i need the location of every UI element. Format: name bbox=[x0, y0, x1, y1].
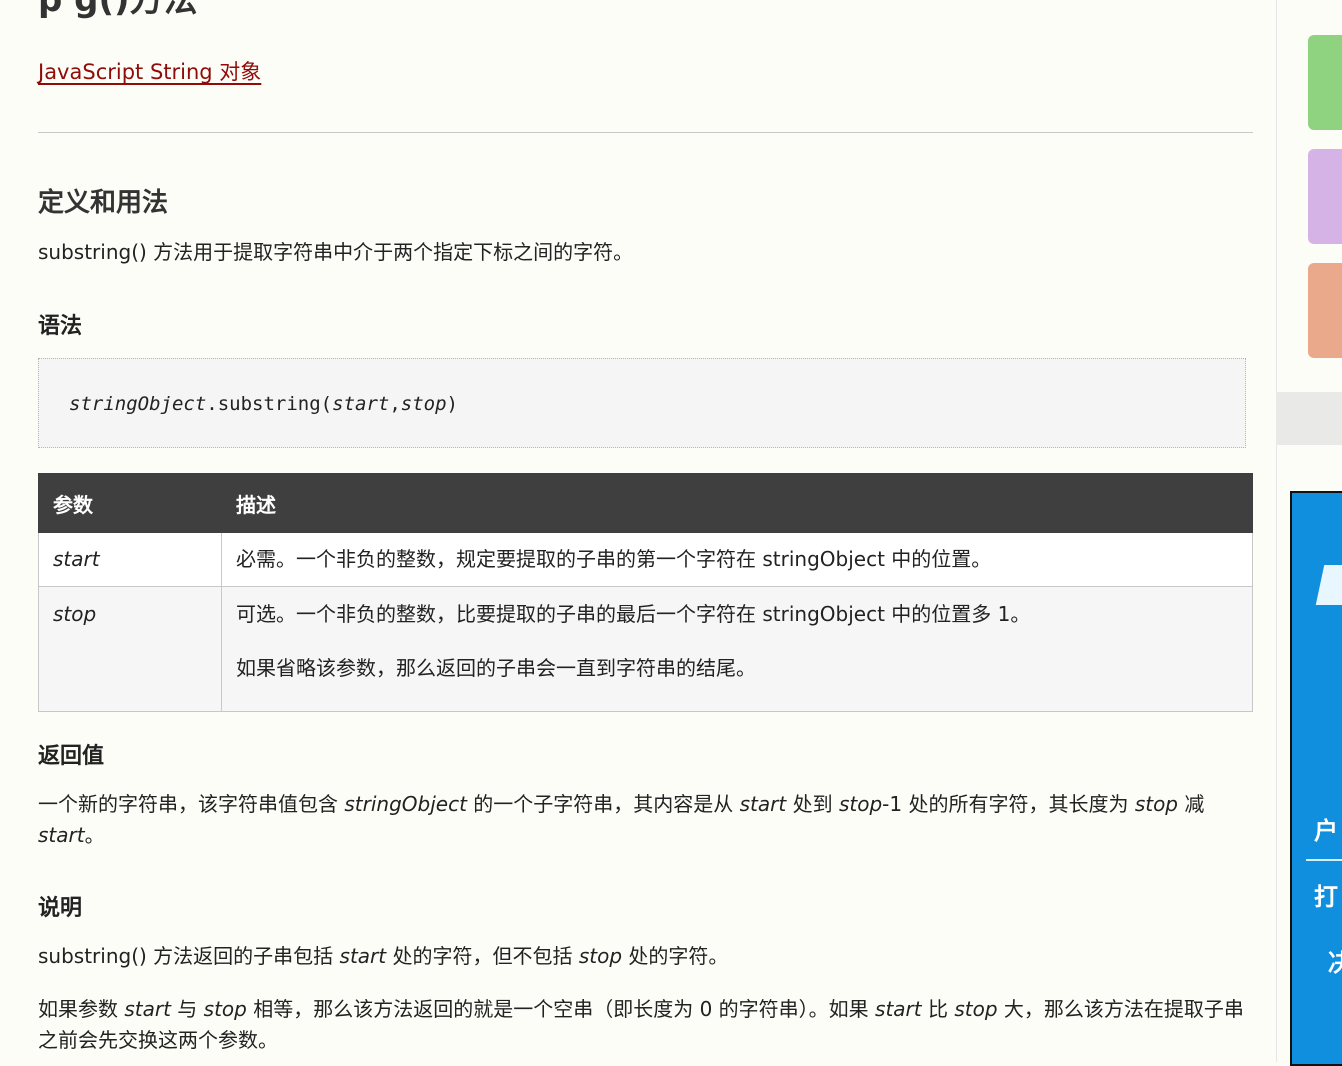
sidebar-band bbox=[1276, 392, 1342, 445]
param-desc-line: 可选。一个非负的整数，比要提取的子串的最后一个字符在 stringObject … bbox=[236, 602, 1031, 626]
ad-text: 户 bbox=[1314, 817, 1338, 845]
param-name: start bbox=[38, 532, 222, 587]
params-table: 参数 描述 start 必需。一个非负的整数，规定要提取的子串的第一个字符在 s… bbox=[38, 473, 1253, 712]
syntax-code: stringObject.substring(start,stop) bbox=[69, 393, 458, 415]
return-text: 一个新的字符串，该字符串值包含 stringObject 的一个子字符串，其内容… bbox=[38, 792, 1205, 847]
syntax-heading: 语法 bbox=[38, 314, 83, 339]
ad-text: 打 bbox=[1314, 883, 1338, 911]
definition-text: substring() 方法用于提取字符串中介于两个指定下标之间的字符。 bbox=[38, 240, 634, 264]
page-title: p g()方法 bbox=[38, 0, 198, 20]
back-link-string-object[interactable]: JavaScript String 对象 bbox=[38, 56, 261, 86]
sidebar-tile-purple[interactable] bbox=[1308, 149, 1342, 244]
sidebar-ad-banner[interactable]: 户 打 决 bbox=[1290, 491, 1342, 1066]
param-desc: 可选。一个非负的整数，比要提取的子串的最后一个字符在 stringObject … bbox=[221, 586, 1253, 712]
table-row: start 必需。一个非负的整数，规定要提取的子串的第一个字符在 stringO… bbox=[38, 532, 1253, 587]
definition-heading: 定义和用法 bbox=[38, 188, 169, 218]
notes-text-2: 如果参数 start 与 stop 相等，那么该方法返回的就是一个空串（即长度为… bbox=[38, 997, 1244, 1052]
table-row: stop 可选。一个非负的整数，比要提取的子串的最后一个字符在 stringOb… bbox=[38, 586, 1253, 712]
ad-logo-shape bbox=[1315, 565, 1342, 605]
param-desc: 必需。一个非负的整数，规定要提取的子串的第一个字符在 stringObject … bbox=[221, 532, 1253, 587]
notes-text-1: substring() 方法返回的子串包括 start 处的字符，但不包括 st… bbox=[38, 944, 729, 968]
header-param: 参数 bbox=[38, 473, 222, 533]
divider bbox=[38, 132, 1253, 133]
header-desc: 描述 bbox=[221, 473, 1253, 533]
ad-divider bbox=[1306, 859, 1342, 861]
return-heading: 返回值 bbox=[38, 744, 105, 769]
syntax-code-block: stringObject.substring(start,stop) bbox=[38, 358, 1246, 448]
notes-heading: 说明 bbox=[38, 896, 83, 921]
sidebar-tile-orange[interactable] bbox=[1308, 263, 1342, 358]
sidebar-tile-green[interactable] bbox=[1308, 35, 1342, 130]
param-name: stop bbox=[38, 586, 222, 712]
param-desc-line: 如果省略该参数，那么返回的子串会一直到字符串的结尾。 bbox=[236, 656, 756, 680]
ad-text: 决 bbox=[1328, 949, 1342, 977]
table-header-row: 参数 描述 bbox=[38, 473, 1253, 533]
